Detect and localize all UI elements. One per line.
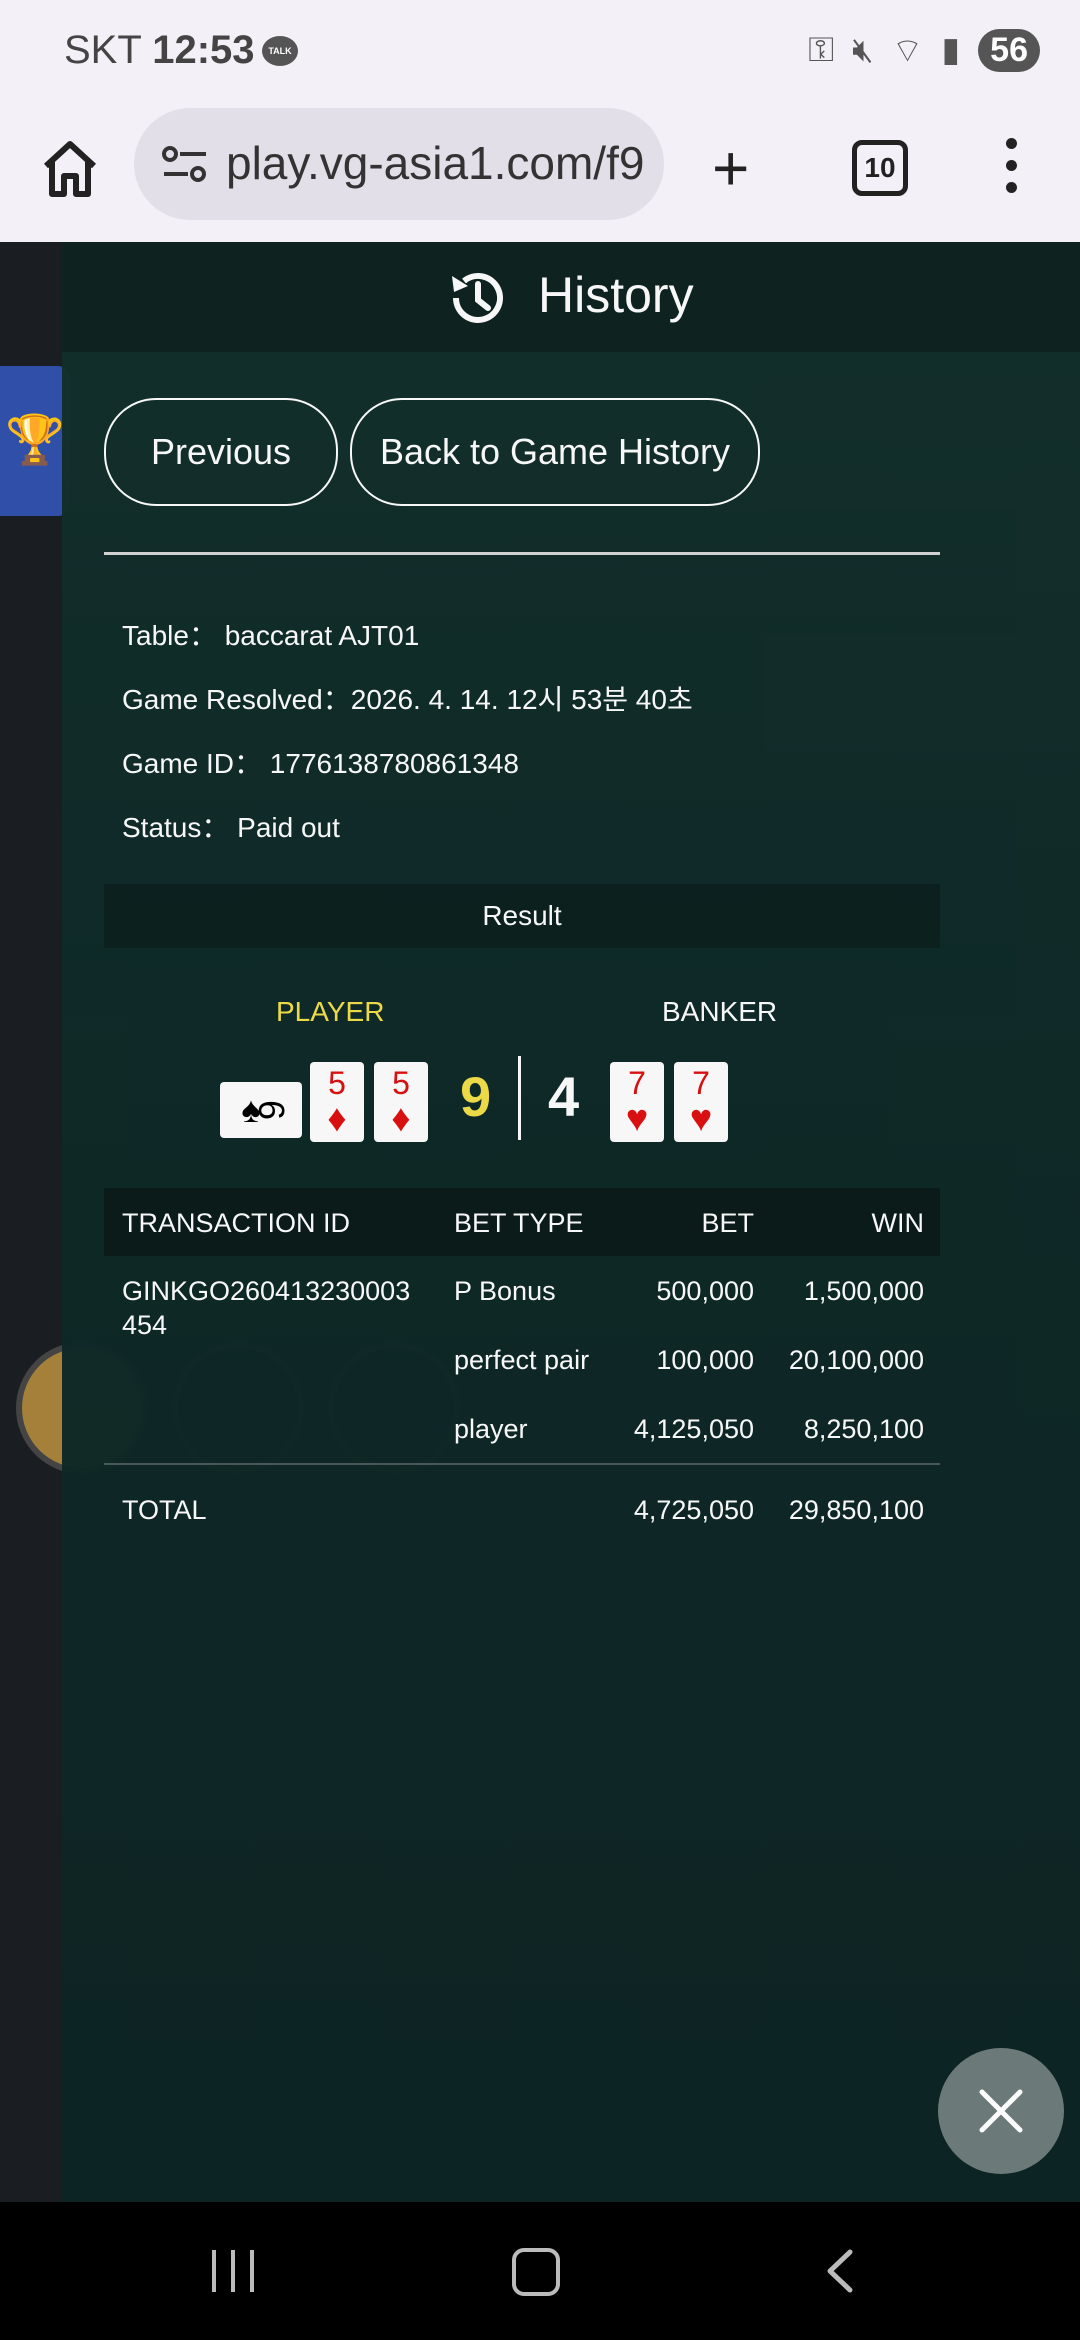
- status-bar: SKT 12:53 TALK ⚿ 🔇︎ ⌔ ▮ 56: [0, 0, 1080, 100]
- bet-type-cell: perfect pair: [454, 1345, 590, 1375]
- wifi-icon: ⌔: [891, 31, 924, 70]
- close-button[interactable]: [938, 2048, 1064, 2174]
- card-suit: ♦: [327, 1098, 347, 1140]
- col-bet-type: BET TYPE: [454, 1208, 584, 1238]
- status-carrier-time: SKT 12:53: [64, 28, 255, 73]
- carrier-name: SKT: [64, 28, 142, 72]
- history-header: History: [62, 242, 1080, 352]
- system-icons: ⚿ 🔇︎ ⌔ ▮ 56: [808, 28, 1040, 72]
- address-bar[interactable]: play.vg-asia1.com/f9: [134, 108, 664, 220]
- total-bet: 4,725,050: [633, 1495, 754, 1525]
- win-cell: 20,100,000: [788, 1345, 924, 1375]
- back-to-game-history-button[interactable]: Back to Game History: [350, 398, 760, 506]
- talk-notification-icon: TALK: [262, 36, 298, 66]
- total-label: TOTAL: [122, 1495, 207, 1525]
- browser-toolbar: play.vg-asia1.com/f9 + 10: [0, 100, 1080, 244]
- win-cell: 8,250,100: [803, 1414, 924, 1444]
- battery-indicator: 56: [978, 28, 1040, 72]
- card-rank: 5: [328, 1065, 346, 1101]
- banker-card-1: 7 ♥: [610, 1062, 664, 1142]
- vpn-key-icon: ⚿: [808, 30, 835, 69]
- bet-type-cell: P Bonus: [454, 1276, 556, 1306]
- card-rank: 7: [628, 1065, 646, 1101]
- url-text: play.vg-asia1.com/f9: [226, 137, 645, 189]
- banker-card-2: 7 ♥: [674, 1062, 728, 1142]
- new-tab-plus-icon[interactable]: +: [712, 136, 749, 200]
- banker-label: BANKER: [662, 996, 778, 1027]
- card-suit: ♦: [391, 1098, 411, 1140]
- table-row: GINKGO260413230003 454 P Bonus 500,000 1…: [104, 1256, 940, 1340]
- close-icon: [979, 2089, 1023, 2133]
- previous-button[interactable]: Previous: [104, 398, 338, 506]
- player-score: 9: [460, 1065, 492, 1128]
- table-header: TRANSACTION ID BET TYPE BET WIN: [104, 1188, 940, 1256]
- transaction-id-line: GINKGO260413230003: [122, 1276, 411, 1306]
- info-game-resolved: Game Resolved：2026. 4. 14. 12시 53분 40초: [122, 684, 693, 715]
- bet-cell: 500,000: [656, 1276, 754, 1306]
- game-side-strip: [0, 242, 62, 2202]
- card-rank: 7: [692, 1065, 710, 1101]
- transactions-table: TRANSACTION ID BET TYPE BET WIN GINKGO26…: [104, 1188, 940, 1555]
- back-icon[interactable]: [820, 2248, 860, 2294]
- col-bet: BET: [701, 1208, 754, 1238]
- card-suit: ♥: [689, 1098, 713, 1140]
- col-transaction-id: TRANSACTION ID: [122, 1208, 351, 1238]
- total-win: 29,850,100: [788, 1495, 924, 1525]
- table-row: player 4,125,050 8,250,100: [104, 1394, 940, 1463]
- system-nav-bar: [0, 2202, 1080, 2340]
- banker-score: 4: [548, 1065, 580, 1128]
- player-card-3: 5 ♦: [374, 1062, 428, 1142]
- result-header: Result: [104, 884, 940, 948]
- home-nav-icon[interactable]: [512, 2248, 560, 2296]
- clock: 12:53: [152, 28, 255, 72]
- history-icon: [452, 272, 503, 323]
- home-icon[interactable]: [40, 136, 100, 200]
- divider: [104, 552, 940, 555]
- total-row: TOTAL 4,725,050 29,850,100: [104, 1465, 940, 1555]
- bet-cell: 100,000: [656, 1345, 754, 1375]
- more-menu-icon[interactable]: [1006, 138, 1018, 198]
- bet-type-cell: player: [454, 1414, 528, 1444]
- history-title: History: [538, 267, 694, 323]
- bet-cell: 4,125,050: [633, 1414, 754, 1444]
- card-rank: 5: [392, 1065, 410, 1101]
- site-settings-icon[interactable]: [160, 144, 210, 184]
- trophy-icon[interactable]: 🏆: [0, 366, 70, 516]
- card-rank: 6: [250, 1099, 292, 1121]
- score-separator: [518, 1056, 521, 1140]
- win-cell: 1,500,000: [803, 1276, 924, 1306]
- card-suit: ♥: [625, 1098, 649, 1140]
- player-label: PLAYER: [276, 996, 385, 1027]
- tab-switcher-button[interactable]: 10: [852, 140, 908, 196]
- col-win: WIN: [871, 1208, 924, 1238]
- signal-icon: ▮: [941, 31, 961, 69]
- history-panel: History Previous Back to Game History Ta…: [62, 242, 1080, 2202]
- info-status: Status： Paid out: [122, 812, 340, 843]
- table-row: perfect pair 100,000 20,100,000: [104, 1325, 940, 1394]
- info-game-id: Game ID： 1776138780861348: [122, 748, 519, 779]
- player-card-2: 5 ♦: [310, 1062, 364, 1142]
- mute-icon: 🔇︎: [852, 30, 874, 69]
- player-card-1: ♠6: [220, 1082, 302, 1138]
- info-table: Table： baccarat AJT01: [122, 620, 420, 651]
- recent-apps-icon[interactable]: [212, 2250, 254, 2292]
